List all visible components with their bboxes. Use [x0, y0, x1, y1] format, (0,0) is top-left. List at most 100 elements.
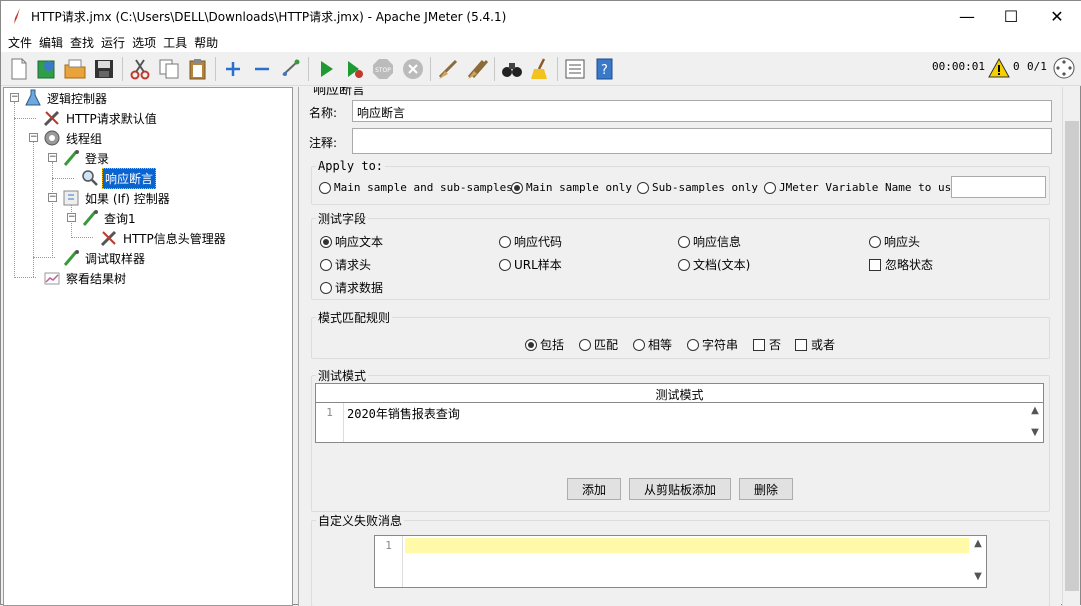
scroll-down-icon[interactable]: ▼ — [971, 571, 985, 582]
custom-failure-editor[interactable]: 1 ▲ ▼ — [374, 535, 987, 588]
scrollbar-thumb[interactable] — [1065, 121, 1079, 591]
radio-main-only[interactable]: Main sample only — [511, 181, 632, 194]
menu-file[interactable]: 文件 — [7, 32, 37, 52]
tree-node-query1[interactable]: 查询1 — [81, 208, 138, 228]
tree-node-header-manager[interactable]: HTTP信息头管理器 — [100, 228, 228, 248]
close-button[interactable]: ✕ — [1034, 1, 1080, 32]
tree-node-results-tree[interactable]: 察看结果树 — [43, 268, 128, 288]
menu-run[interactable]: 运行 — [100, 32, 130, 52]
reset-search-broom-icon[interactable] — [528, 57, 552, 81]
menu-options[interactable]: 选项 — [131, 32, 161, 52]
add-button[interactable]: 添加 — [567, 478, 621, 500]
checkbox-not[interactable]: 否 — [753, 336, 781, 353]
jmeter-variable-field[interactable] — [951, 176, 1046, 198]
pattern-rules-group: 模式匹配规则 — [311, 309, 1050, 359]
function-helper-icon[interactable] — [563, 57, 587, 81]
radio-sub-only[interactable]: Sub-samples only — [637, 181, 758, 194]
pipette-icon — [82, 210, 98, 226]
jmeter-window: HTTP请求.jmx (C:\Users\DELL\Downloads\HTTP… — [0, 0, 1081, 606]
tree-node-logic-controller[interactable]: 逻辑控制器 — [24, 88, 109, 108]
checkbox-or[interactable]: 或者 — [795, 336, 835, 353]
tree-node-login[interactable]: 登录 — [62, 148, 111, 168]
warning-icon[interactable] — [988, 58, 1010, 78]
tree-toggle[interactable]: − — [67, 213, 76, 222]
help-icon[interactable]: ? — [592, 57, 616, 81]
thread-status-icon[interactable] — [1052, 56, 1076, 80]
scroll-down-icon[interactable]: ▼ — [1028, 427, 1042, 438]
toggle-icon[interactable] — [279, 57, 303, 81]
radio-contains[interactable]: 包括 — [525, 336, 564, 353]
tree-node-thread-group[interactable]: 线程组 — [43, 128, 104, 148]
radio-response-message[interactable]: 响应信息 — [678, 233, 741, 250]
tree-toggle[interactable]: − — [48, 193, 57, 202]
clear-icon[interactable] — [436, 57, 460, 81]
maximize-button[interactable]: ☐ — [988, 1, 1034, 32]
save-icon[interactable] — [92, 57, 116, 81]
panel-scrollbar[interactable] — [1062, 87, 1080, 606]
radio-jmeter-variable[interactable]: JMeter Variable Name to use — [764, 181, 958, 194]
start-no-pauses-icon[interactable] — [342, 57, 366, 81]
menu-edit[interactable]: 编辑 — [38, 32, 68, 52]
radio-response-headers[interactable]: 响应头 — [869, 233, 920, 250]
pipette-icon — [63, 250, 79, 266]
start-icon[interactable] — [314, 57, 338, 81]
copy-icon[interactable] — [157, 57, 181, 81]
tree-node-response-assertion[interactable]: 响应断言 — [81, 167, 157, 189]
radio-request-headers[interactable]: 请求头 — [320, 256, 371, 273]
shutdown-icon[interactable] — [401, 57, 425, 81]
name-field[interactable]: 响应断言 — [352, 100, 1052, 122]
toolbar-separator — [308, 57, 309, 81]
checkbox-ignore-status[interactable]: 忽略状态 — [869, 256, 933, 273]
menu-help[interactable]: 帮助 — [193, 32, 223, 52]
radio-response-code[interactable]: 响应代码 — [499, 233, 562, 250]
radio-url-sampled[interactable]: URL样本 — [499, 256, 562, 273]
templates-icon[interactable] — [35, 57, 59, 81]
scroll-up-icon[interactable]: ▲ — [971, 538, 985, 549]
current-line-highlight[interactable] — [405, 538, 969, 553]
open-folder-icon[interactable] — [63, 57, 87, 81]
pipette-icon — [63, 150, 79, 166]
tree-toggle[interactable]: − — [29, 133, 38, 142]
radio-document-text[interactable]: 文档(文本) — [678, 256, 750, 273]
clear-all-icon[interactable] — [465, 57, 489, 81]
wrench-icon — [43, 110, 60, 127]
tree-toggle[interactable]: − — [48, 153, 57, 162]
menu-tools[interactable]: 工具 — [162, 32, 192, 52]
patterns-editor[interactable]: 1 2020年销售报表查询 ▲ ▼ — [315, 402, 1044, 443]
radio-response-text[interactable]: 响应文本 — [320, 233, 383, 250]
tree-node-if-controller[interactable]: 如果 (If) 控制器 — [62, 188, 172, 208]
minimize-button[interactable]: — — [944, 1, 990, 32]
patterns-table-header[interactable]: 测试模式 — [315, 383, 1044, 403]
comment-field[interactable] — [352, 128, 1052, 154]
delete-button[interactable]: 删除 — [739, 478, 793, 500]
search-binoculars-icon[interactable] — [500, 57, 524, 81]
gear-icon — [44, 130, 60, 146]
tree-node-debug-sampler[interactable]: 调试取样器 — [62, 248, 147, 268]
radio-equals[interactable]: 相等 — [633, 336, 672, 353]
svg-text:STOP: STOP — [375, 67, 391, 74]
radio-request-data[interactable]: 请求数据 — [320, 279, 383, 296]
collapse-minus-icon[interactable] — [250, 57, 274, 81]
tree-node-http-defaults[interactable]: HTTP请求默认值 — [43, 108, 159, 128]
stop-icon[interactable]: STOP — [371, 57, 395, 81]
expand-plus-icon[interactable] — [221, 57, 245, 81]
test-field-group: 测试字段 — [311, 210, 1050, 300]
apply-to-legend: Apply to: — [318, 159, 384, 173]
cut-icon[interactable] — [128, 57, 152, 81]
menu-search[interactable]: 查找 — [69, 32, 99, 52]
tree-toggle[interactable]: − — [10, 93, 19, 102]
add-from-clipboard-button[interactable]: 从剪贴板添加 — [629, 478, 731, 500]
radio-substring[interactable]: 字符串 — [687, 336, 738, 353]
pattern-row-value[interactable]: 2020年销售报表查询 — [347, 405, 460, 422]
window-title: HTTP请求.jmx (C:\Users\DELL\Downloads\HTTP… — [31, 10, 507, 24]
response-assertion-panel: 响应断言 名称: 响应断言 注释: Apply to: Main sample … — [298, 87, 1061, 606]
toolbar-separator — [557, 57, 558, 81]
radio-matches[interactable]: 匹配 — [579, 336, 618, 353]
title-bar: HTTP请求.jmx (C:\Users\DELL\Downloads\HTTP… — [1, 1, 1081, 32]
paste-icon[interactable] — [186, 57, 210, 81]
svg-text:?: ? — [601, 63, 608, 78]
new-file-icon[interactable] — [7, 57, 31, 81]
radio-main-and-sub[interactable]: Main sample and sub-samples — [319, 181, 513, 194]
jmeter-feather-icon — [14, 8, 20, 24]
scroll-up-icon[interactable]: ▲ — [1028, 405, 1042, 416]
